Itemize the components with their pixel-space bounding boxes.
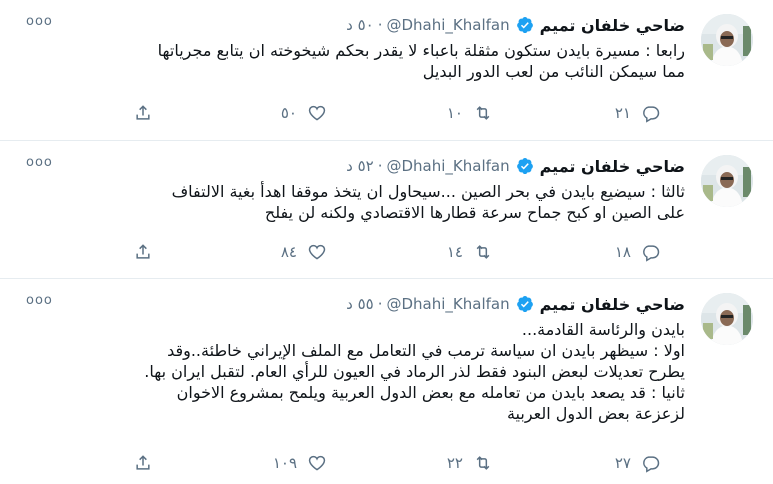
tweet[interactable]: ضاحي خلفان تميم @Dhahi_Khalfan · ٥٠ د oo… [0,0,773,141]
avatar[interactable] [701,14,753,66]
author-name[interactable]: ضاحي خلفان تميم [540,295,685,314]
reply-count: ١٨ [614,243,631,261]
reply-icon [643,456,660,473]
reply-count: ٢٧ [614,454,631,472]
separator: · [377,157,383,175]
tweet[interactable]: ضاحي خلفان تميم @Dhahi_Khalfan · ٥٥ د oo… [0,279,773,484]
author-name[interactable]: ضاحي خلفان تميم [540,157,685,176]
verified-badge-icon [516,295,534,313]
avatar[interactable] [701,155,753,207]
avatar[interactable] [701,293,753,345]
tweet-text: ثالثا : سيضيع بايدن في بحر الصين ...سيحا… [35,181,685,223]
author-handle[interactable]: @Dhahi_Khalfan [387,157,510,175]
tweet-text-line: مما سيمكن النائب من لعب الدور البديل [422,62,685,81]
tweet-text-line: بايدن والرئاسة القادمة... [521,320,685,339]
share-button[interactable] [133,242,153,262]
tweet-text-line: رابعا : مسيرة بايدن ستكون مثقلة باعباء ل… [157,41,685,60]
share-icon [136,105,150,120]
reply-icon [643,245,660,262]
reply-count: ٢١ [614,104,631,122]
tweet-text-line: ثانيا : قد يصعد بايدن من تعامله مع بعض ا… [176,383,685,402]
tweet-timestamp[interactable]: ٥٢ د [346,157,374,175]
share-icon [136,244,150,259]
tweet-actions: ٢١ ١٠ ٥٠ [0,103,773,129]
tweet-actions: ١٨ ١٤ ٨٤ [0,242,773,268]
retweet-icon [476,106,490,120]
share-button[interactable] [133,453,153,473]
tweet-text-line: اولا : سيظهر بايدن ان سياسة ترمب في التع… [167,341,685,360]
author-handle[interactable]: @Dhahi_Khalfan [387,295,510,313]
heart-icon [308,455,326,471]
tweet-header: ضاحي خلفان تميم @Dhahi_Khalfan · ٥٠ د [346,14,685,36]
retweet-icon [476,245,490,259]
like-count: ٥٠ [280,104,297,122]
tweet-header: ضاحي خلفان تميم @Dhahi_Khalfan · ٥٥ د [346,293,685,315]
retweet-button[interactable]: ١٤ [447,242,493,262]
retweet-icon [476,456,490,470]
like-button[interactable]: ٨٤ [281,242,327,262]
heart-icon [308,105,326,121]
retweet-button[interactable]: ١٠ [447,103,493,123]
retweet-count: ٢٢ [446,454,463,472]
tweet[interactable]: ضاحي خلفان تميم @Dhahi_Khalfan · ٥٢ د oo… [0,141,773,279]
like-count: ٨٤ [280,243,297,261]
verified-badge-icon [516,16,534,34]
like-button[interactable]: ١٠٩ [273,453,327,473]
separator: · [377,16,383,34]
author-handle[interactable]: @Dhahi_Khalfan [387,16,510,34]
retweet-count: ١٤ [446,243,463,261]
share-icon [136,455,150,470]
tweet-text-line: يطرح تعديلات لبعض البنود فقط لذر الرماد … [144,362,685,381]
more-options-icon[interactable]: ooo [26,293,53,308]
separator: · [377,295,383,313]
more-options-icon[interactable]: ooo [26,14,53,29]
retweet-button[interactable]: ٢٢ [447,453,493,473]
retweet-count: ١٠ [446,104,463,122]
heart-icon [308,244,326,260]
tweet-feed: ضاحي خلفان تميم @Dhahi_Khalfan · ٥٠ د oo… [0,0,773,484]
tweet-text: بايدن والرئاسة القادمة... اولا : سيظهر ب… [35,319,685,424]
tweet-text: رابعا : مسيرة بايدن ستكون مثقلة باعباء ل… [35,40,685,82]
reply-button[interactable]: ٢٧ [615,453,661,473]
tweet-timestamp[interactable]: ٥٥ د [346,295,374,313]
like-count: ١٠٩ [272,454,297,472]
author-name[interactable]: ضاحي خلفان تميم [540,16,685,35]
tweet-text-line: على الصين او كبح جماح سرعة قطارها الاقتص… [264,203,685,222]
tweet-header: ضاحي خلفان تميم @Dhahi_Khalfan · ٥٢ د [346,155,685,177]
more-options-icon[interactable]: ooo [26,155,53,170]
tweet-actions: ٢٧ ٢٢ ١٠٩ [0,453,773,479]
tweet-text-line: ثالثا : سيضيع بايدن في بحر الصين ...سيحا… [171,182,685,201]
tweet-text-line: لزعزعة بعض الدول العربية [506,404,685,423]
reply-button[interactable]: ١٨ [615,242,661,262]
like-button[interactable]: ٥٠ [281,103,327,123]
reply-icon [643,106,660,123]
reply-button[interactable]: ٢١ [615,103,661,123]
share-button[interactable] [133,103,153,123]
verified-badge-icon [516,157,534,175]
tweet-timestamp[interactable]: ٥٠ د [346,16,374,34]
